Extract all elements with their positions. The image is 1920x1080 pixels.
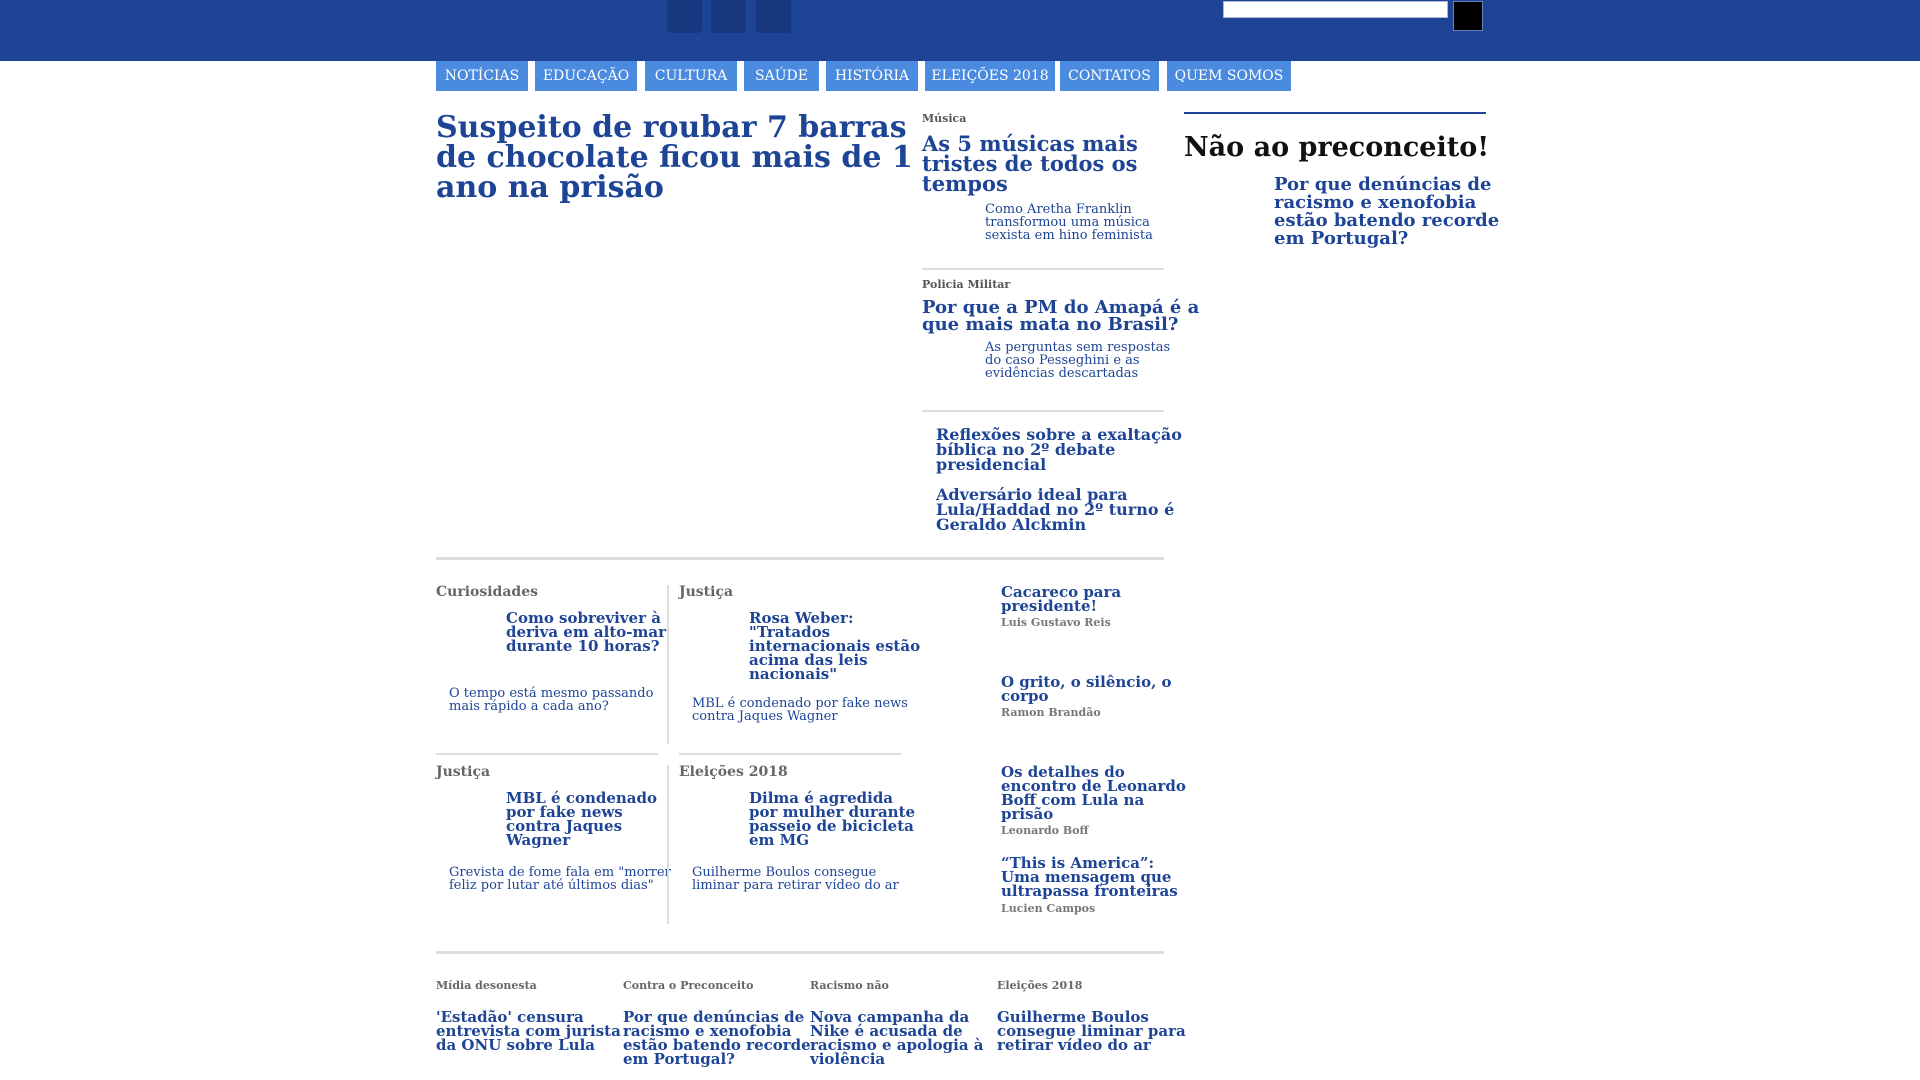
bottom-category[interactable]: Mídia desonesta [436,980,537,991]
grid-headline-line[interactable]: em MG [749,833,809,848]
side-headline-line[interactable]: que mais mata no Brasil? [922,316,1178,334]
grid-category[interactable]: Eleições 2018 [679,765,788,779]
column-author[interactable]: Ramon Brandão [1001,707,1101,718]
side-category[interactable]: Policia Militar [922,279,1010,290]
nav-eleicoes-2018[interactable]: ELEIÇÕES 2018 [925,61,1055,91]
divider [922,268,1164,270]
divider [922,410,1164,412]
nav-saude[interactable]: SAÚDE [744,61,819,91]
column-title-line[interactable]: presidente! [1001,599,1097,614]
related-link-line[interactable]: liminar para retirar vídeo do ar [692,879,899,892]
grid-headline-line[interactable]: durante 10 horas? [506,639,659,654]
side-category[interactable]: Música [922,113,966,124]
search-input[interactable] [1223,1,1448,18]
grid-category[interactable]: Curiosidades [436,585,538,599]
divider [436,753,658,755]
grid-category[interactable]: Justiça [436,765,490,779]
bottom-category[interactable]: Eleições 2018 [997,980,1082,991]
site-header [0,0,1920,61]
bottom-category[interactable]: Racismo não [810,980,889,991]
related-link-line[interactable]: mais rápido a cada ano? [449,700,609,713]
bottom-category[interactable]: Contra o Preconceito [623,980,753,991]
side-headline-line[interactable]: tempos [922,173,1008,194]
side-link-line[interactable]: presidencial [936,457,1046,473]
column-title-line[interactable]: ultrapassa fronteiras [1001,884,1178,899]
nav-educacao[interactable]: EDUCAÇÃO [535,61,637,91]
bottom-headline-line[interactable]: da ONU sobre Lula [436,1038,595,1053]
related-link-line[interactable]: feliz por lutar até últimos dias" [449,879,654,892]
related-link-line[interactable]: sexista em hino feminista [985,229,1153,242]
side-link-line[interactable]: Geraldo Alckmin [936,517,1086,533]
grid-headline-line[interactable]: Wagner [506,833,570,848]
grid-headline-line[interactable]: nacionais" [749,667,837,682]
grid-category[interactable]: Justiça [679,585,733,599]
right-heading: Não ao preconceito! [1184,132,1490,163]
bottom-headline-line[interactable]: violência [810,1052,885,1067]
right-link-line[interactable]: em Portugal? [1274,230,1408,248]
column-title-line[interactable]: prisão [1001,807,1053,822]
instagram-icon[interactable] [756,0,791,33]
related-link-line[interactable]: evidências descartadas [985,367,1138,380]
divider [667,765,669,924]
lead-headline-line[interactable]: ano na prisão [436,173,664,203]
right-column-rule [1184,112,1486,114]
column-author[interactable]: Leonardo Boff [1001,825,1089,836]
nav-noticias[interactable]: NOTÍCIAS [436,61,528,91]
column-author[interactable]: Lucien Campos [1001,903,1095,914]
facebook-icon[interactable] [667,0,702,33]
twitter-icon[interactable] [711,0,746,33]
related-link-line[interactable]: contra Jaques Wagner [692,710,838,723]
nav-historia[interactable]: HISTÓRIA [826,61,918,91]
column-author[interactable]: Luis Gustavo Reis [1001,617,1111,628]
divider [679,753,901,755]
bottom-headline-line[interactable]: retirar vídeo do ar [997,1038,1151,1053]
section-divider [436,951,1164,954]
section-divider [436,557,1164,560]
nav-cultura[interactable]: CULTURA [645,61,737,91]
nav-quem-somos[interactable]: QUEM SOMOS [1167,61,1291,91]
column-title-line[interactable]: corpo [1001,689,1049,704]
bottom-headline-line[interactable]: em Portugal? [623,1052,735,1067]
lead-headline-line[interactable]: de chocolate ficou mais de 1 [436,143,913,173]
search-button[interactable] [1453,1,1483,31]
lead-headline-line[interactable]: Suspeito de roubar 7 barras [436,113,907,143]
nav-contatos[interactable]: CONTATOS [1060,61,1159,91]
divider [667,585,669,744]
